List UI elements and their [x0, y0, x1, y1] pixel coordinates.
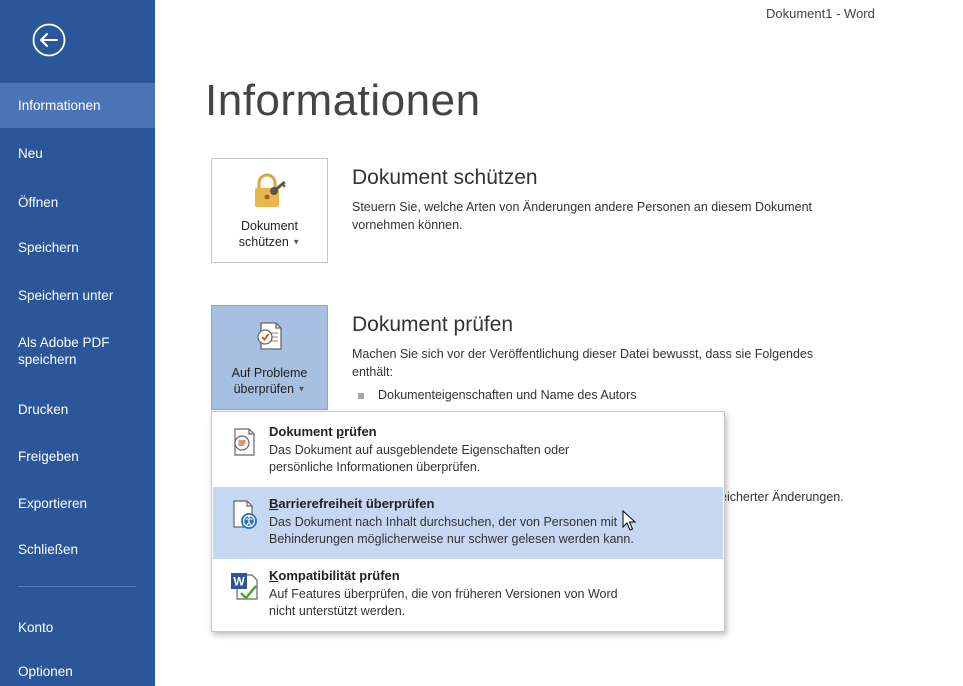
check-issues-menu: Dokument prüfen Das Dokument auf ausgebl…: [211, 411, 725, 632]
bullet-icon: [358, 392, 364, 399]
check-issues-label: Auf Probleme überprüfen ▼: [231, 366, 308, 396]
sidebar-item-konto[interactable]: Konto: [0, 619, 155, 636]
menu-item-description: Das Dokument nach Inhalt durchsuchen, de…: [269, 515, 634, 546]
menu-item-check-compatibility[interactable]: W Kompatibilität prüfen Auf Features übe…: [213, 559, 723, 631]
sidebar-item-speichern[interactable]: Speichern: [0, 239, 155, 256]
sidebar-divider: [18, 586, 136, 587]
sidebar-item-optionen[interactable]: Optionen: [0, 663, 155, 680]
dropdown-caret-icon: ▼: [297, 384, 306, 394]
back-button[interactable]: [32, 23, 66, 57]
protect-document-button[interactable]: Dokument schützen ▼: [211, 158, 328, 263]
backstage-sidebar: Informationen Neu Öffnen Speichern Speic…: [0, 0, 155, 686]
menu-item-description: Auf Features überprüfen, die von frühere…: [269, 587, 618, 618]
dropdown-caret-icon: ▼: [292, 237, 301, 247]
inspect-description: Machen Sie sich vor der Veröffentlichung…: [352, 347, 814, 379]
menu-item-title: Dokument prüfen: [269, 424, 377, 439]
sidebar-item-drucken[interactable]: Drucken: [0, 401, 155, 418]
check-issues-button[interactable]: Auf Probleme überprüfen ▼: [211, 305, 328, 410]
window-title: Dokument1 - Word: [766, 6, 875, 21]
sidebar-item-informationen[interactable]: Informationen: [0, 83, 155, 128]
protect-description: Steuern Sie, welche Arten von Änderungen…: [352, 200, 813, 232]
sidebar-item-speichern-unter[interactable]: Speichern unter: [0, 287, 155, 304]
protect-document-label: Dokument schützen ▼: [238, 219, 301, 249]
sidebar-item-schliessen[interactable]: Schließen: [0, 541, 155, 558]
back-arrow-icon: [32, 23, 66, 57]
sidebar-item-oeffnen[interactable]: Öffnen: [0, 194, 155, 211]
sidebar-item-adobe-pdf[interactable]: Als Adobe PDF speichern: [0, 334, 140, 368]
inspect-document-icon: [256, 322, 282, 350]
menu-item-inspect-document[interactable]: Dokument prüfen Das Dokument auf ausgebl…: [213, 415, 723, 487]
sidebar-item-freigeben[interactable]: Freigeben: [0, 448, 155, 465]
page-title: Informationen: [205, 76, 481, 125]
word-compatibility-icon: W: [231, 573, 258, 600]
menu-item-description: Das Dokument auf ausgeblendete Eigenscha…: [269, 443, 570, 474]
svg-text:W: W: [233, 575, 245, 589]
menu-item-title: Barrierefreiheit überprüfen: [269, 496, 435, 511]
menu-item-check-accessibility[interactable]: Barrierefreiheit überprüfen Das Dokument…: [213, 487, 723, 559]
sidebar-item-exportieren[interactable]: Exportieren: [0, 495, 155, 512]
inspect-document-icon: [234, 428, 255, 456]
protect-heading: Dokument schützen: [352, 166, 538, 189]
sidebar-item-neu[interactable]: Neu: [0, 145, 155, 162]
mouse-pointer-icon: [622, 510, 637, 531]
inspect-bullet-item: Dokumenteigenschaften und Name des Autor…: [358, 388, 637, 402]
version-section-text: eicherter Änderungen.: [720, 490, 844, 504]
lock-key-icon: [254, 173, 286, 207]
inspect-heading: Dokument prüfen: [352, 313, 514, 336]
menu-item-title: Kompatibilität prüfen: [269, 568, 400, 583]
accessibility-check-icon: [233, 500, 257, 529]
